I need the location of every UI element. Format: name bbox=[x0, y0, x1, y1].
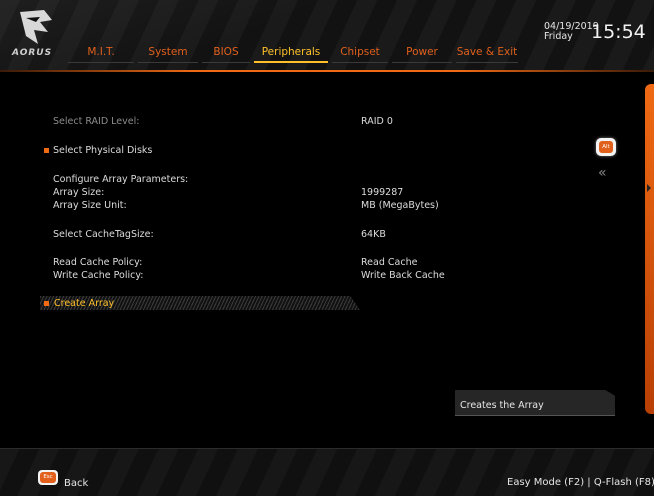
cache-tag-size-label: Select CacheTagSize: bbox=[53, 229, 154, 240]
create-array-item[interactable]: Create Array bbox=[54, 298, 114, 309]
tab-mit[interactable]: M.I.T. bbox=[66, 46, 136, 63]
help-box-underline bbox=[455, 415, 615, 416]
write-cache-policy-label: Write Cache Policy: bbox=[53, 270, 144, 281]
tab-peripherals[interactable]: Peripherals bbox=[252, 46, 330, 63]
create-array-bullet-icon bbox=[44, 301, 49, 306]
alt-key-label: Alt bbox=[599, 141, 613, 153]
select-physical-disks-item[interactable]: Select Physical Disks bbox=[53, 145, 152, 156]
array-size-label: Array Size: bbox=[53, 187, 105, 198]
tab-power[interactable]: Power bbox=[390, 46, 454, 63]
tab-chipset[interactable]: Chipset bbox=[330, 46, 390, 63]
back-label[interactable]: Back bbox=[64, 478, 88, 489]
read-cache-policy-value[interactable]: Read Cache bbox=[361, 257, 417, 268]
footer-bar bbox=[0, 448, 654, 496]
footer-shortcuts[interactable]: Easy Mode (F2) | Q-Flash (F8) bbox=[507, 477, 654, 488]
tab-save-exit[interactable]: Save & Exit bbox=[454, 46, 520, 63]
array-size-value[interactable]: 1999287 bbox=[361, 187, 403, 198]
clock-time: 15:54 bbox=[591, 21, 646, 43]
side-panel-tab[interactable] bbox=[645, 84, 654, 414]
rail-arrow-icon bbox=[647, 184, 651, 192]
array-size-unit-label: Array Size Unit: bbox=[53, 200, 127, 211]
configure-array-params-heading: Configure Array Parameters: bbox=[53, 174, 189, 185]
alt-key-button[interactable]: Alt bbox=[596, 138, 616, 156]
esc-key-button[interactable]: Esc bbox=[38, 470, 58, 485]
tab-bios[interactable]: BIOS bbox=[200, 46, 252, 63]
help-text: Creates the Array bbox=[460, 400, 544, 411]
cache-tag-size-value[interactable]: 64KB bbox=[361, 229, 386, 240]
select-raid-level-label: Select RAID Level: bbox=[53, 116, 140, 127]
top-tab-bar: M.I.T. System BIOS Peripherals Chipset P… bbox=[66, 46, 520, 63]
read-cache-policy-label: Read Cache Policy: bbox=[53, 257, 143, 268]
write-cache-policy-value[interactable]: Write Back Cache bbox=[361, 270, 445, 281]
submenu-bullet-icon bbox=[44, 148, 49, 153]
double-chevron-left-icon[interactable]: « bbox=[598, 166, 607, 180]
esc-key-label: Esc bbox=[40, 472, 56, 483]
select-raid-level-value: RAID 0 bbox=[361, 116, 393, 127]
tab-system[interactable]: System bbox=[136, 46, 200, 63]
brand-text: AORUS bbox=[12, 48, 53, 58]
array-size-unit-value[interactable]: MB (MegaBytes) bbox=[361, 200, 439, 211]
header-bar: AORUS M.I.T. System BIOS Peripherals Chi… bbox=[0, 0, 654, 72]
